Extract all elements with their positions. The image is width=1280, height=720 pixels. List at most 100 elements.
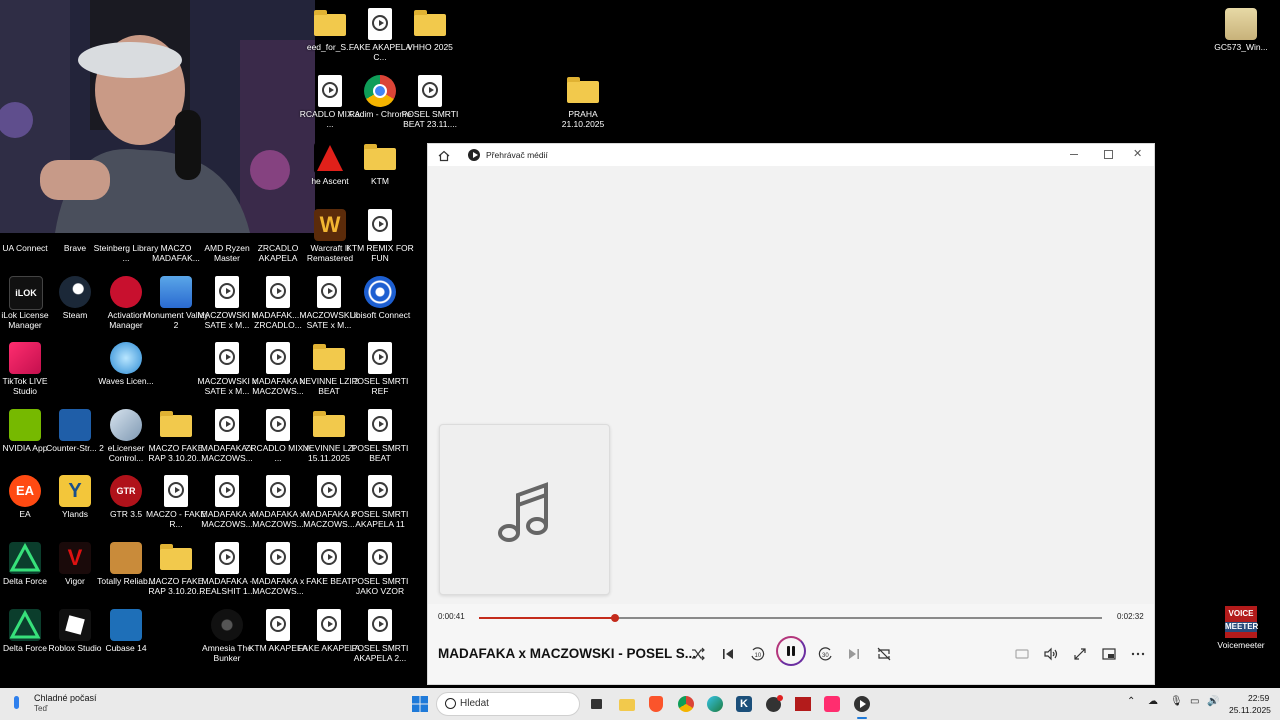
tiktok-live-icon bbox=[9, 342, 41, 374]
desktop-icon-posel-smrti-beat-2[interactable]: POSEL SMRTI BEAT bbox=[350, 405, 410, 471]
search-icon bbox=[445, 698, 456, 709]
search-placeholder: Hledat bbox=[460, 698, 489, 709]
desktop-icon-ubisoft-connect[interactable]: Ubisoft Connect bbox=[350, 272, 410, 338]
audio-file-icon bbox=[266, 342, 290, 374]
clock-date[interactable]: 25.11.2025 bbox=[1229, 705, 1271, 715]
audio-file-icon bbox=[318, 75, 342, 107]
audio-file-icon bbox=[368, 209, 392, 241]
onedrive-icon[interactable]: ☁ bbox=[1148, 696, 1158, 707]
gtr-icon: GTR bbox=[110, 475, 142, 507]
more-options-icon[interactable] bbox=[1128, 644, 1148, 664]
recording-app-icon[interactable] bbox=[764, 694, 784, 714]
monument-valley-icon bbox=[160, 276, 192, 308]
desktop-icon-vhho-2025[interactable]: VHHO 2025 bbox=[400, 4, 460, 70]
audio-file-icon bbox=[317, 475, 341, 507]
counter-strike-icon bbox=[59, 409, 91, 441]
audio-file-icon bbox=[368, 609, 392, 641]
media-player-window: Přehrávač médií ✕ 0:00:41 0:02:32 MADAFA… bbox=[428, 144, 1154, 684]
desktop-icon-posel-smrti-akapela-11[interactable]: POSEL SMRTI AKAPELA 11 bbox=[350, 471, 410, 537]
audio-file-icon bbox=[215, 409, 239, 441]
tiktok-live-taskbar-icon[interactable] bbox=[822, 694, 842, 714]
title-bar: Přehrávač médií ✕ bbox=[428, 144, 1154, 166]
desktop-icon-posel-smrti-ref[interactable]: POSEL SMRTI REF bbox=[350, 338, 410, 404]
folder-icon bbox=[160, 411, 192, 437]
audio-file-icon bbox=[317, 542, 341, 574]
audio-file-icon bbox=[266, 276, 290, 308]
clock-time[interactable]: 22:59 bbox=[1248, 693, 1269, 703]
voicemeeter-taskbar-icon[interactable] bbox=[793, 694, 813, 714]
speaker-icon[interactable]: 🔊 bbox=[1207, 696, 1219, 707]
vigor-icon: V bbox=[59, 542, 91, 574]
desktop-icon-ktm[interactable]: KTM bbox=[350, 138, 410, 204]
file-explorer-icon[interactable] bbox=[617, 694, 637, 714]
desktop-icon-posel-smrti-beat[interactable]: POSEL SMRTI BEAT 23.11.... bbox=[400, 71, 460, 137]
fullscreen-icon[interactable] bbox=[1070, 644, 1090, 664]
chevron-up-icon[interactable]: ⌃ bbox=[1127, 696, 1135, 707]
seek-bar[interactable] bbox=[479, 614, 1102, 622]
desktop-icon-cubase[interactable]: Cubase 14 bbox=[96, 605, 156, 671]
desktop-icon-posel-smrti-jako-vzor[interactable]: POSEL SMRTI JAKO VZOR bbox=[350, 538, 410, 604]
nvidia-icon bbox=[9, 409, 41, 441]
desktop-icon-ktm-remix[interactable]: KTM REMIX FOR FUN bbox=[346, 205, 414, 271]
weather-widget[interactable]: Chladné počasí Teď bbox=[10, 692, 120, 716]
ubisoft-icon bbox=[364, 276, 396, 308]
chrome-icon bbox=[364, 75, 396, 107]
next-button[interactable] bbox=[844, 644, 864, 664]
shuffle-button[interactable] bbox=[688, 644, 708, 664]
microphone-icon[interactable]: 🎙 bbox=[1170, 696, 1183, 707]
desktop-icon-waves[interactable]: Waves Licen... bbox=[96, 338, 156, 404]
player-content: 0:00:41 0:02:32 MADAFAKA x MACZOWSKI - P… bbox=[428, 166, 1154, 684]
taskbar-search[interactable]: Hledat bbox=[436, 692, 580, 716]
minimize-button[interactable] bbox=[1070, 154, 1078, 155]
media-player-app-icon bbox=[468, 149, 480, 161]
seek-bar-thumb[interactable] bbox=[610, 614, 619, 622]
app-k-icon[interactable]: K bbox=[734, 694, 754, 714]
elapsed-time: 0:00:41 bbox=[438, 612, 465, 621]
home-icon[interactable] bbox=[438, 149, 450, 162]
pause-button[interactable] bbox=[776, 636, 806, 666]
desktop-icon-gc573[interactable]: GC573_Win... bbox=[1211, 4, 1271, 70]
folder-icon bbox=[567, 77, 599, 103]
webcam-overlay bbox=[0, 0, 315, 233]
start-button[interactable] bbox=[410, 694, 430, 714]
desktop-icon-posel-smrti-akapela-2[interactable]: POSEL SMRTI AKAPELA 2... bbox=[350, 605, 410, 671]
previous-button[interactable] bbox=[718, 644, 738, 664]
edge-icon[interactable] bbox=[705, 694, 725, 714]
volume-icon[interactable] bbox=[1041, 644, 1061, 664]
audio-file-icon bbox=[266, 609, 290, 641]
brave-icon[interactable] bbox=[646, 694, 666, 714]
desktop-icon-voicemeeter[interactable]: VOICE MEETER Voicemeeter bbox=[1211, 602, 1271, 668]
maximize-button[interactable] bbox=[1104, 150, 1113, 159]
folder-icon bbox=[313, 344, 345, 370]
folder-icon bbox=[414, 10, 446, 36]
amnesia-icon bbox=[211, 609, 243, 641]
audio-file-icon bbox=[215, 542, 239, 574]
album-art bbox=[439, 424, 610, 595]
waves-icon bbox=[110, 342, 142, 374]
network-icon[interactable]: ▭ bbox=[1190, 696, 1199, 707]
folder-icon bbox=[314, 10, 346, 36]
task-view-icon[interactable] bbox=[587, 694, 607, 714]
audio-file-icon bbox=[215, 276, 239, 308]
repeat-off-button[interactable] bbox=[874, 644, 894, 664]
delta-force-icon bbox=[9, 542, 41, 574]
desktop-icon-praha[interactable]: PRAHA 21.10.2025 bbox=[553, 71, 613, 137]
the-ascent-icon bbox=[314, 142, 346, 174]
rewind-10-button[interactable]: 10 bbox=[747, 644, 767, 664]
cubase-icon bbox=[110, 609, 142, 641]
media-player-taskbar-icon[interactable] bbox=[852, 694, 872, 719]
roblox-studio-icon bbox=[59, 609, 91, 641]
totally-reliable-icon bbox=[110, 542, 142, 574]
mini-player-icon[interactable] bbox=[1099, 644, 1119, 664]
svg-text:10: 10 bbox=[755, 653, 762, 659]
audio-file-icon bbox=[164, 475, 188, 507]
desktop-icon-zrcadlo-akapela[interactable]: ZRCADLO AKAPELA bbox=[248, 205, 308, 271]
forward-30-button[interactable]: 30 bbox=[816, 644, 836, 664]
chrome-icon[interactable] bbox=[676, 694, 696, 714]
audio-file-icon bbox=[266, 409, 290, 441]
desktop-icon-tiktok-live[interactable]: TikTok LIVE Studio bbox=[0, 338, 55, 404]
captions-icon[interactable] bbox=[1012, 644, 1032, 664]
folder-icon bbox=[160, 544, 192, 570]
close-button[interactable]: ✕ bbox=[1133, 147, 1142, 160]
window-title: Přehrávač médií bbox=[486, 150, 548, 160]
